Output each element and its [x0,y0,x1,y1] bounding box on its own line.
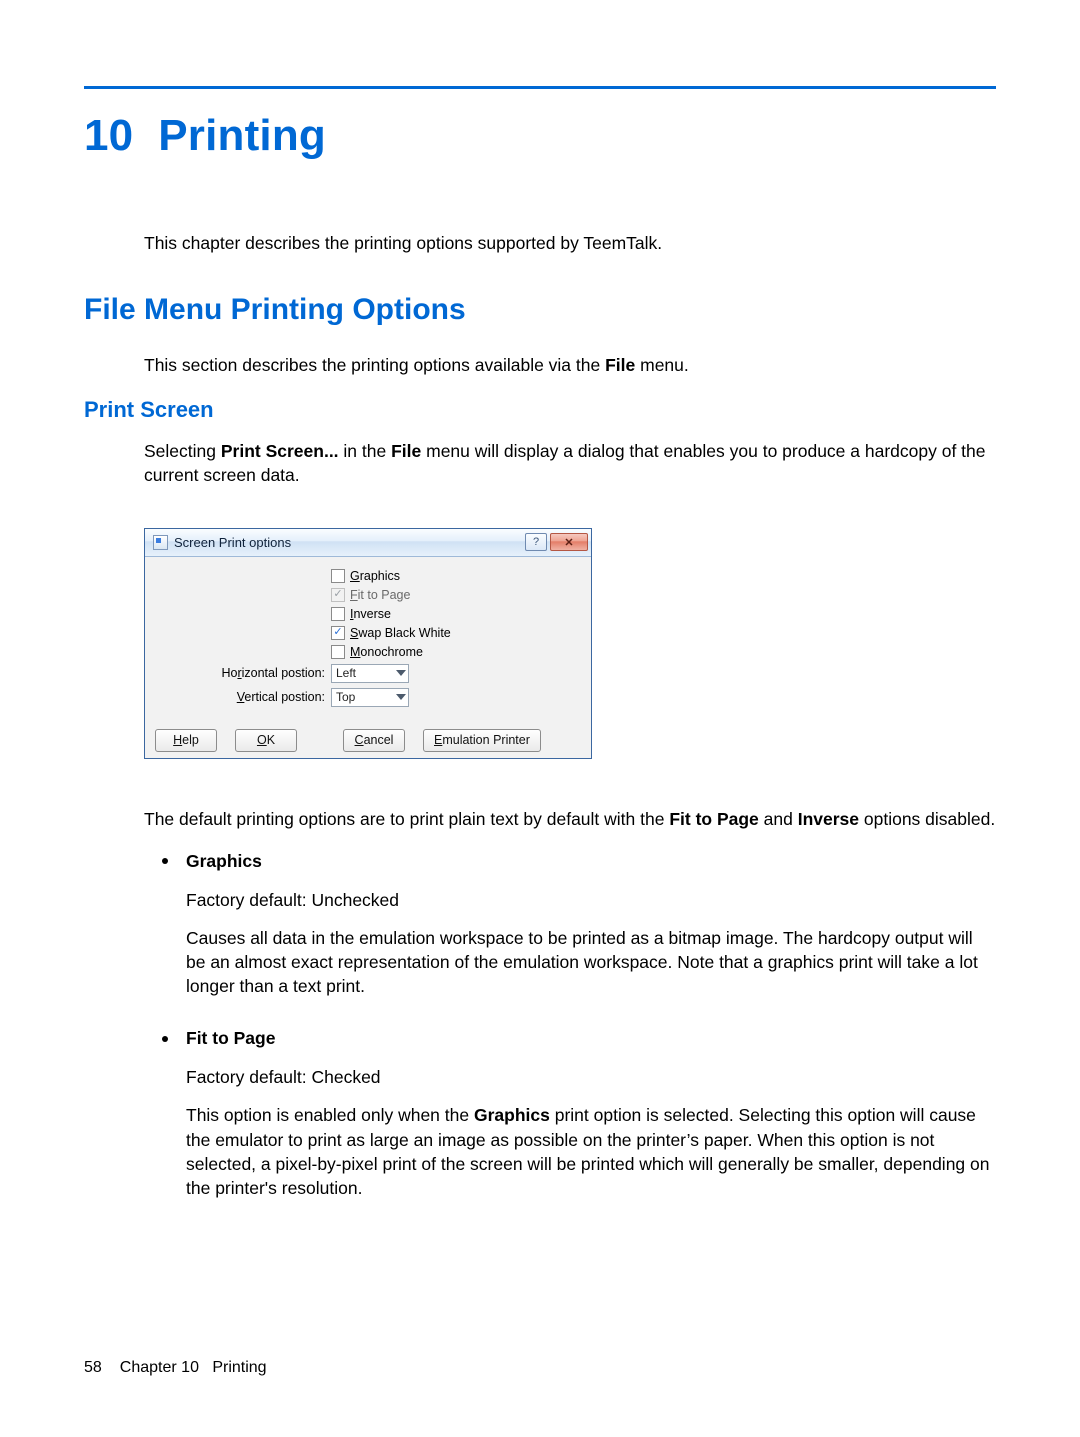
option-desc: This option is enabled only when the Gra… [186,1103,996,1200]
chapter-number: 10 [84,111,133,160]
cancel-button[interactable]: Cancel [343,729,405,752]
vpos-label: Vertical postion: [153,690,331,704]
help-dialog-button[interactable]: Help [155,729,217,752]
mono-checkbox[interactable] [331,645,345,659]
emulation-printer-button[interactable]: Emulation Printer [423,729,541,752]
chapter-intro: This chapter describes the printing opti… [144,231,996,255]
ok-button[interactable]: OK [235,729,297,752]
swap-label: Swap Black White [350,626,451,640]
hpos-value: Left [336,666,356,680]
option-default: Factory default: Checked [186,1065,996,1089]
options-list: Graphics Factory default: Unchecked Caus… [162,851,996,1200]
vpos-value: Top [336,690,355,704]
question-icon: ? [533,536,539,548]
vpos-combo[interactable]: Top [331,688,409,707]
dialog-title: Screen Print options [174,535,522,550]
inverse-label: Inverse [350,607,391,621]
footer-chapter: Chapter 10 Printing [120,1359,267,1377]
app-icon [153,535,168,550]
fit-checkbox: ✓ [331,588,345,602]
help-button[interactable]: ? [525,533,547,551]
close-icon: ✕ [564,536,573,549]
dialog-button-bar: Help OK Cancel Emulation Printer [145,719,591,758]
chevron-down-icon [396,670,406,676]
mono-label: Monochrome [350,645,423,659]
graphics-checkbox[interactable] [331,569,345,583]
dialog-body: Graphics ✓ Fit to Page Inverse ✓ Swap Blac… [145,557,591,719]
bullet-icon [162,1036,168,1042]
option-desc: Causes all data in the emulation workspa… [186,926,996,998]
option-default: Factory default: Unchecked [186,888,996,912]
section-intro: This section describes the printing opti… [144,353,996,377]
option-fit-to-page: Fit to Page Factory default: Checked Thi… [162,1028,996,1200]
dialog-titlebar: Screen Print options ? ✕ [145,529,591,557]
page-footer: 58 Chapter 10 Printing [84,1359,267,1377]
section-heading: File Menu Printing Options [84,293,996,327]
dialog-screenshot: Screen Print options ? ✕ Graphics ✓ Fit t… [144,528,996,759]
fit-label: Fit to Page [350,588,410,602]
close-button[interactable]: ✕ [550,533,588,551]
chapter-title: 10 Printing [84,111,996,161]
option-graphics: Graphics Factory default: Unchecked Caus… [162,851,996,999]
swap-checkbox[interactable]: ✓ [331,626,345,640]
option-title: Fit to Page [186,1028,275,1049]
screen-print-dialog: Screen Print options ? ✕ Graphics ✓ Fit t… [144,528,592,759]
page-number: 58 [84,1359,102,1377]
option-title: Graphics [186,851,262,872]
defaults-para: The default printing options are to prin… [144,807,996,831]
hpos-label: Horizontal postion: [153,666,331,680]
chapter-name: Printing [158,111,326,160]
hpos-combo[interactable]: Left [331,664,409,683]
graphics-label: Graphics [350,569,400,583]
inverse-checkbox[interactable] [331,607,345,621]
bullet-icon [162,858,168,864]
chevron-down-icon [396,694,406,700]
subsection-heading: Print Screen [84,397,996,423]
chapter-rule [84,86,996,89]
print-screen-para: Selecting Print Screen... in the File me… [144,439,996,487]
